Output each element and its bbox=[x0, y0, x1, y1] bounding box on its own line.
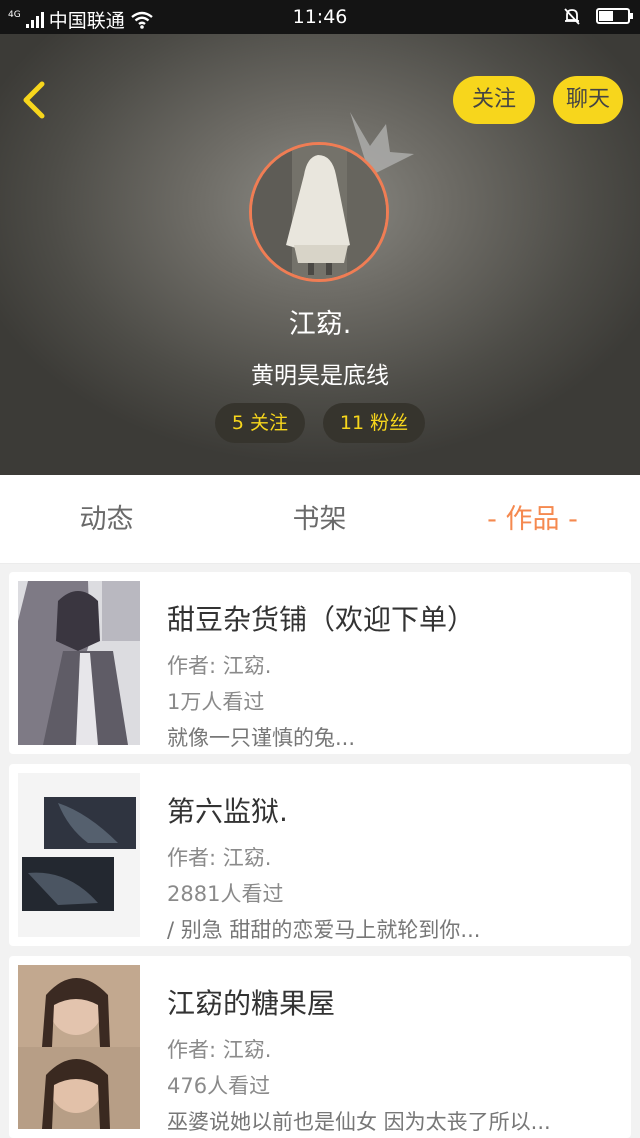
work-excerpt: 巫婆说她以前也是仙女 因为太丧了所以... bbox=[167, 1110, 551, 1134]
work-card[interactable]: 甜豆杂货铺（欢迎下单） 作者: 江窈. 1万人看过 就像一只谨慎的兔... bbox=[9, 572, 631, 754]
back-button[interactable] bbox=[16, 78, 56, 122]
work-cover bbox=[18, 581, 140, 745]
battery-fill bbox=[599, 11, 613, 21]
user-signature: 黄明昊是底线 bbox=[251, 363, 389, 389]
following-count-button[interactable]: 5 关注 bbox=[215, 403, 305, 443]
work-views: 2881人看过 bbox=[167, 882, 284, 906]
work-card[interactable]: 江窈的糖果屋 作者: 江窈. 476人看过 巫婆说她以前也是仙女 因为太丧了所以… bbox=[9, 956, 631, 1138]
tab-works[interactable]: - 作品 - bbox=[426, 475, 639, 563]
chevron-left-icon bbox=[23, 81, 45, 119]
work-author: 作者: 江窈. bbox=[167, 846, 272, 870]
battery-icon bbox=[596, 8, 633, 24]
tab-moments[interactable]: 动态 bbox=[0, 475, 213, 563]
tab-bookshelf[interactable]: 书架 bbox=[213, 475, 426, 563]
profile-header: 关注 聊天 江窈. 黄明昊是底线 5 关注 11 粉丝 bbox=[0, 34, 640, 475]
work-author: 作者: 江窈. bbox=[167, 654, 272, 678]
mute-bell-icon bbox=[564, 8, 580, 25]
profile-tabs: 动态 书架 - 作品 - bbox=[0, 475, 640, 564]
work-cover bbox=[18, 773, 140, 937]
work-card[interactable]: 第六监狱. 作者: 江窈. 2881人看过 / 别急 甜甜的恋爱马上就轮到你..… bbox=[9, 764, 631, 946]
username: 江窈. bbox=[288, 309, 352, 340]
work-cover bbox=[18, 965, 140, 1129]
status-right bbox=[562, 6, 633, 26]
clock: 11:46 bbox=[292, 6, 348, 28]
work-excerpt: / 别急 甜甜的恋爱马上就轮到你... bbox=[167, 918, 481, 942]
work-excerpt: 就像一只谨慎的兔... bbox=[167, 726, 356, 750]
fans-count-button[interactable]: 11 粉丝 bbox=[323, 403, 425, 443]
work-author: 作者: 江窈. bbox=[167, 1038, 272, 1062]
avatar-image bbox=[252, 145, 386, 279]
work-title: 江窈的糖果屋 bbox=[167, 987, 336, 1020]
work-views: 476人看过 bbox=[167, 1074, 271, 1098]
work-title: 第六监狱. bbox=[167, 795, 288, 828]
avatar[interactable] bbox=[249, 142, 389, 282]
follow-button[interactable]: 关注 bbox=[453, 76, 535, 124]
work-title: 甜豆杂货铺（欢迎下单） bbox=[167, 603, 476, 636]
chat-button[interactable]: 聊天 bbox=[553, 76, 623, 124]
status-bar: 4G 中国联通 11:46 bbox=[0, 0, 640, 34]
work-views: 1万人看过 bbox=[167, 690, 265, 714]
